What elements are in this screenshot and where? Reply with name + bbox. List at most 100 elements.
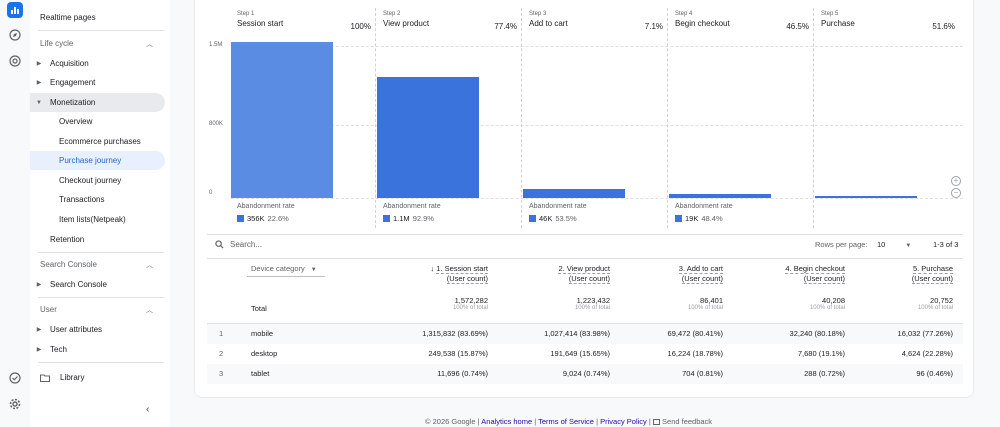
sidebar-item-library[interactable]: Library <box>40 368 84 387</box>
row-dimension: mobile <box>251 329 274 338</box>
abandonment-label: Abandonment rate <box>529 203 587 210</box>
admin-check-icon[interactable] <box>7 370 23 386</box>
column-subtitle: (User count) <box>681 274 723 284</box>
step-name: Add to cart <box>529 19 568 28</box>
funnel-step-2[interactable]: Step 2 View product 77.4% Abandonment rate 1… <box>377 4 523 228</box>
table-cell: 249,538 (15.87%) <box>428 349 488 358</box>
table-cell: 16,032 (77.26%) <box>897 329 953 338</box>
section-user[interactable]: User ︿ <box>40 300 165 319</box>
step-number: Step 2 <box>383 11 401 17</box>
funnel-bar[interactable] <box>377 77 479 198</box>
step-completion-rate: 7.1% <box>644 22 663 31</box>
collapse-sidebar-icon[interactable]: ‹ <box>146 404 149 415</box>
step-header: Step 2 View product 77.4% <box>377 11 523 41</box>
advertising-icon[interactable] <box>7 53 23 69</box>
caret-right-icon: ▶ <box>36 80 42 86</box>
footer-privacy-link[interactable]: Privacy Policy <box>600 417 647 426</box>
column-title: 5. Purchase <box>912 264 953 274</box>
dimension-dropdown[interactable]: Device category ▼ <box>247 264 325 277</box>
zoom-in-icon[interactable]: + <box>951 176 961 186</box>
table-cell: 1,315,832 (83.69%) <box>422 329 488 338</box>
sidebar-item-item-lists[interactable]: Item lists(Netpeak) <box>59 210 126 229</box>
explore-icon[interactable] <box>7 27 23 43</box>
row-index: 1 <box>219 329 224 338</box>
funnel-step-4[interactable]: Step 4 Begin checkout 46.5% Abandonment rat… <box>669 4 815 228</box>
table-cell: 9,024 (0.74%) <box>562 369 610 378</box>
section-life-cycle[interactable]: Life cycle ︿ <box>40 34 165 53</box>
chevron-up-icon: ︿ <box>146 40 153 48</box>
sidebar-item-retention[interactable]: Retention <box>50 230 84 249</box>
column-subtitle: (User count) <box>803 274 845 284</box>
step-separator <box>375 8 376 228</box>
caret-right-icon: ▶ <box>36 327 42 333</box>
column-header[interactable]: 4. Begin checkout (User count) <box>785 264 845 284</box>
column-subtitle: (User count) <box>446 274 488 284</box>
footer-send-feedback[interactable]: Send feedback <box>662 417 712 426</box>
rows-per-page-value: 10 <box>877 240 886 249</box>
rows-per-page-label: Rows per page: <box>815 240 868 249</box>
sidebar-item-monetization[interactable]: ▼ Monetization <box>30 93 165 112</box>
funnel-bar[interactable] <box>815 195 917 198</box>
rows-per-page-select[interactable]: 10 ▼ <box>877 240 911 249</box>
sidebar-item-purchase-journey[interactable]: Purchase journey <box>30 151 165 170</box>
funnel-bar[interactable] <box>523 189 625 198</box>
step-number: Step 4 <box>675 11 693 17</box>
funnel-bar[interactable] <box>669 194 771 198</box>
table-search[interactable]: Search... <box>215 240 262 249</box>
funnel-bar[interactable] <box>231 42 333 198</box>
sidebar-item-tech[interactable]: ▶ Tech <box>34 340 67 359</box>
section-search-console[interactable]: Search Console ︿ <box>40 255 165 274</box>
column-title: 4. Begin checkout <box>785 264 845 274</box>
caret-right-icon: ▶ <box>36 347 42 353</box>
column-header[interactable]: ↓ 1. Session start (User count) <box>430 264 488 284</box>
column-title: 3. Add to cart <box>678 264 723 274</box>
sidebar-item-label: Library <box>60 373 85 382</box>
abandonment-count: 46K <box>539 214 553 223</box>
funnel-step-5[interactable]: Step 5 Purchase 51.6% <box>815 4 961 228</box>
sidebar-item-acquisition[interactable]: ▶ Acquisition <box>34 54 89 73</box>
footer-terms-link[interactable]: Terms of Service <box>538 417 594 426</box>
sidebar-item-transactions[interactable]: Transactions <box>59 190 105 209</box>
sidebar-item-label: Item lists(Netpeak) <box>59 215 126 224</box>
total-number: 1,223,432 <box>576 296 610 305</box>
abandonment-value: 46K 53.5% <box>529 214 577 223</box>
chevron-up-icon: ︿ <box>146 306 153 314</box>
funnel-chart: Step 1 Session start 100% Abandonment rate 3… <box>231 4 963 228</box>
table-cell: 704 (0.81%) <box>682 369 723 378</box>
search-input[interactable]: Search... <box>230 240 262 249</box>
sidebar-item-engagement[interactable]: ▶ Engagement <box>34 73 96 92</box>
total-number: 1,572,282 <box>454 296 488 305</box>
total-subtext: 100% of total <box>917 305 953 311</box>
sidebar-item-user-attributes[interactable]: ▶ User attributes <box>34 320 102 339</box>
total-subtext: 100% of total <box>809 305 845 311</box>
footer-analytics-home-link[interactable]: Analytics home <box>481 417 532 426</box>
dropdown-arrow-icon: ▼ <box>905 243 912 249</box>
column-title: 1. Session start <box>436 264 488 274</box>
table-cell: 69,472 (80.41%) <box>667 329 723 338</box>
zoom-out-icon[interactable]: − <box>951 188 961 198</box>
total-number: 20,752 <box>930 296 953 305</box>
column-header[interactable]: 2. View product (User count) <box>558 264 610 284</box>
column-header[interactable]: 5. Purchase (User count) <box>911 264 953 284</box>
sidebar-item-ecommerce-purchases[interactable]: Ecommerce purchases <box>59 132 141 151</box>
sidebar-item-checkout-journey[interactable]: Checkout journey <box>59 171 121 190</box>
sidebar-item-label: User attributes <box>50 325 103 334</box>
reports-icon[interactable] <box>7 2 23 18</box>
settings-gear-icon[interactable] <box>7 396 23 412</box>
abandonment-label: Abandonment rate <box>383 203 441 210</box>
footer: © 2026 Google | Analytics home | Terms o… <box>425 417 713 426</box>
funnel-step-3[interactable]: Step 3 Add to cart 7.1% Abandonment rate 46K… <box>523 4 669 228</box>
step-number: Step 3 <box>529 11 547 17</box>
funnel-step-1[interactable]: Step 1 Session start 100% Abandonment rate 3… <box>231 4 377 228</box>
caret-right-icon: ▶ <box>36 282 42 288</box>
step-number: Step 5 <box>821 11 839 17</box>
column-header[interactable]: 3. Add to cart (User count) <box>678 264 723 284</box>
sidebar-item-realtime-pages[interactable]: Realtime pages <box>40 8 96 27</box>
divider <box>38 252 164 253</box>
sidebar-item-search-console[interactable]: ▶ Search Console <box>34 275 107 294</box>
total-subtext: 100% of total <box>452 305 488 311</box>
column-subtitle: (User count) <box>568 274 610 284</box>
step-completion-rate: 46.5% <box>786 22 809 31</box>
feedback-icon <box>652 419 660 426</box>
sidebar-item-overview[interactable]: Overview <box>59 112 92 131</box>
